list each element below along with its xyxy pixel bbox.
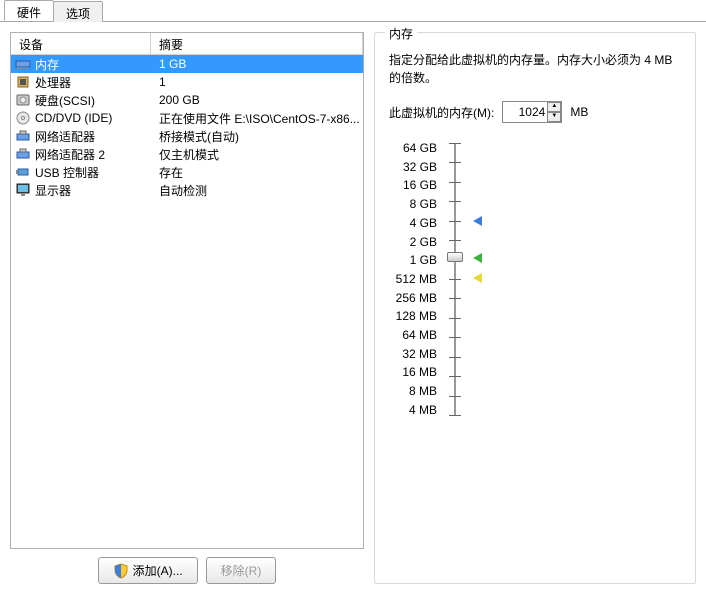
table-row[interactable]: 网络适配器 桥接模式(自动)	[11, 127, 363, 145]
memory-input-row: 此虚拟机的内存(M): ▲ ▼ MB	[389, 101, 681, 123]
spinner-buttons: ▲ ▼	[547, 102, 561, 122]
memory-icon	[15, 56, 31, 72]
device-name: 处理器	[35, 74, 71, 91]
device-summary: 桥接模式(自动)	[151, 128, 363, 145]
tick-label: 4 MB	[389, 401, 437, 419]
tick-mark	[449, 357, 461, 358]
panel-title: 内存	[385, 25, 417, 42]
tick-label: 16 MB	[389, 363, 437, 381]
tick-mark	[449, 279, 461, 280]
memory-panel: 内存 指定分配给此虚拟机的内存量。内存大小必须为 4 MB 的倍数。 此虚拟机的…	[374, 32, 696, 584]
markers	[473, 139, 491, 419]
content-area: 设备 摘要 内存 1 GB 处理器 1 硬盘(SCSI) 200 GB CD/DVD (ID…	[0, 22, 706, 594]
spin-up[interactable]: ▲	[547, 102, 561, 112]
shield-icon	[113, 563, 129, 579]
tick-label: 256 MB	[389, 289, 437, 307]
table-row[interactable]: 硬盘(SCSI) 200 GB	[11, 91, 363, 109]
tick-mark	[449, 240, 461, 241]
device-summary: 存在	[151, 164, 363, 181]
tick-label: 1 GB	[389, 251, 437, 269]
tick-mark	[449, 221, 461, 222]
tick-label: 4 GB	[389, 214, 437, 232]
device-summary: 200 GB	[151, 93, 363, 107]
table-row[interactable]: 网络适配器 2 仅主机模式	[11, 145, 363, 163]
device-name: 显示器	[35, 182, 71, 199]
slider-area: 64 GB32 GB16 GB8 GB4 GB2 GB1 GB512 MB256…	[389, 139, 681, 439]
col-device[interactable]: 设备	[11, 33, 151, 54]
tab-hardware[interactable]: 硬件	[4, 0, 54, 21]
table-row[interactable]: 内存 1 GB	[11, 55, 363, 73]
tick-mark	[449, 337, 461, 338]
device-summary: 仅主机模式	[151, 146, 363, 163]
spin-down[interactable]: ▼	[547, 112, 561, 122]
col-summary[interactable]: 摘要	[151, 33, 363, 54]
tick-mark	[449, 143, 461, 144]
tick-mark	[449, 318, 461, 319]
device-summary: 正在使用文件 E:\ISO\CentOS-7-x86...	[151, 110, 363, 127]
tab-options[interactable]: 选项	[53, 1, 103, 22]
table-body: 内存 1 GB 处理器 1 硬盘(SCSI) 200 GB CD/DVD (IDE) 正在使用…	[11, 55, 363, 199]
button-row: 添加(A)... 移除(R)	[10, 557, 364, 584]
tick-label: 8 MB	[389, 382, 437, 400]
device-name: 硬盘(SCSI)	[35, 92, 95, 109]
memory-unit: MB	[570, 105, 588, 119]
device-name: USB 控制器	[35, 164, 99, 181]
table-row[interactable]: USB 控制器 存在	[11, 163, 363, 181]
tick-mark	[449, 162, 461, 163]
tick-label: 8 GB	[389, 195, 437, 213]
slider-thumb[interactable]	[447, 252, 463, 262]
device-name: CD/DVD (IDE)	[35, 111, 112, 125]
device-table: 设备 摘要 内存 1 GB 处理器 1 硬盘(SCSI) 200 GB CD/DVD (ID…	[10, 32, 364, 549]
slider-track[interactable]	[443, 139, 467, 419]
device-name: 网络适配器	[35, 128, 95, 145]
tick-label: 512 MB	[389, 270, 437, 288]
net-icon	[15, 146, 31, 162]
cpu-icon	[15, 74, 31, 90]
tick-mark	[449, 298, 461, 299]
tick-mark	[449, 415, 461, 416]
tick-mark	[449, 376, 461, 377]
tick-label: 32 GB	[389, 158, 437, 176]
add-button[interactable]: 添加(A)...	[98, 557, 198, 584]
left-panel: 设备 摘要 内存 1 GB 处理器 1 硬盘(SCSI) 200 GB CD/DVD (ID…	[10, 32, 364, 584]
tick-mark	[449, 182, 461, 183]
marker-min	[473, 273, 482, 283]
marker-rec	[473, 253, 482, 263]
table-header: 设备 摘要	[11, 33, 363, 55]
tick-label: 64 GB	[389, 139, 437, 157]
display-icon	[15, 182, 31, 198]
add-button-label: 添加(A)...	[133, 562, 183, 579]
device-name: 内存	[35, 56, 59, 73]
disk-icon	[15, 92, 31, 108]
net-icon	[15, 128, 31, 144]
table-row[interactable]: CD/DVD (IDE) 正在使用文件 E:\ISO\CentOS-7-x86..…	[11, 109, 363, 127]
remove-button: 移除(R)	[206, 557, 277, 584]
usb-icon	[15, 164, 31, 180]
memory-input-label: 此虚拟机的内存(M):	[389, 104, 494, 121]
device-name: 网络适配器 2	[35, 146, 105, 163]
table-row[interactable]: 处理器 1	[11, 73, 363, 91]
remove-button-label: 移除(R)	[221, 562, 262, 579]
marker-max	[473, 216, 482, 226]
device-summary: 1	[151, 75, 363, 89]
tick-label: 16 GB	[389, 176, 437, 194]
tick-labels: 64 GB32 GB16 GB8 GB4 GB2 GB1 GB512 MB256…	[389, 139, 437, 419]
tick-mark	[449, 396, 461, 397]
tick-label: 64 MB	[389, 326, 437, 344]
device-summary: 自动检测	[151, 182, 363, 199]
device-summary: 1 GB	[151, 57, 363, 71]
legend: 最大建议内存 (超出此大小可能发生内存交换。) 3008 MB 建议内存 102…	[497, 139, 681, 439]
memory-desc: 指定分配给此虚拟机的内存量。内存大小必须为 4 MB 的倍数。	[389, 51, 681, 87]
tick-label: 128 MB	[389, 307, 437, 325]
tick-mark	[449, 201, 461, 202]
table-row[interactable]: 显示器 自动检测	[11, 181, 363, 199]
tab-bar: 硬件 选项	[0, 0, 706, 22]
tick-label: 32 MB	[389, 345, 437, 363]
tick-label: 2 GB	[389, 233, 437, 251]
memory-spinner[interactable]: ▲ ▼	[502, 101, 562, 123]
cd-icon	[15, 110, 31, 126]
